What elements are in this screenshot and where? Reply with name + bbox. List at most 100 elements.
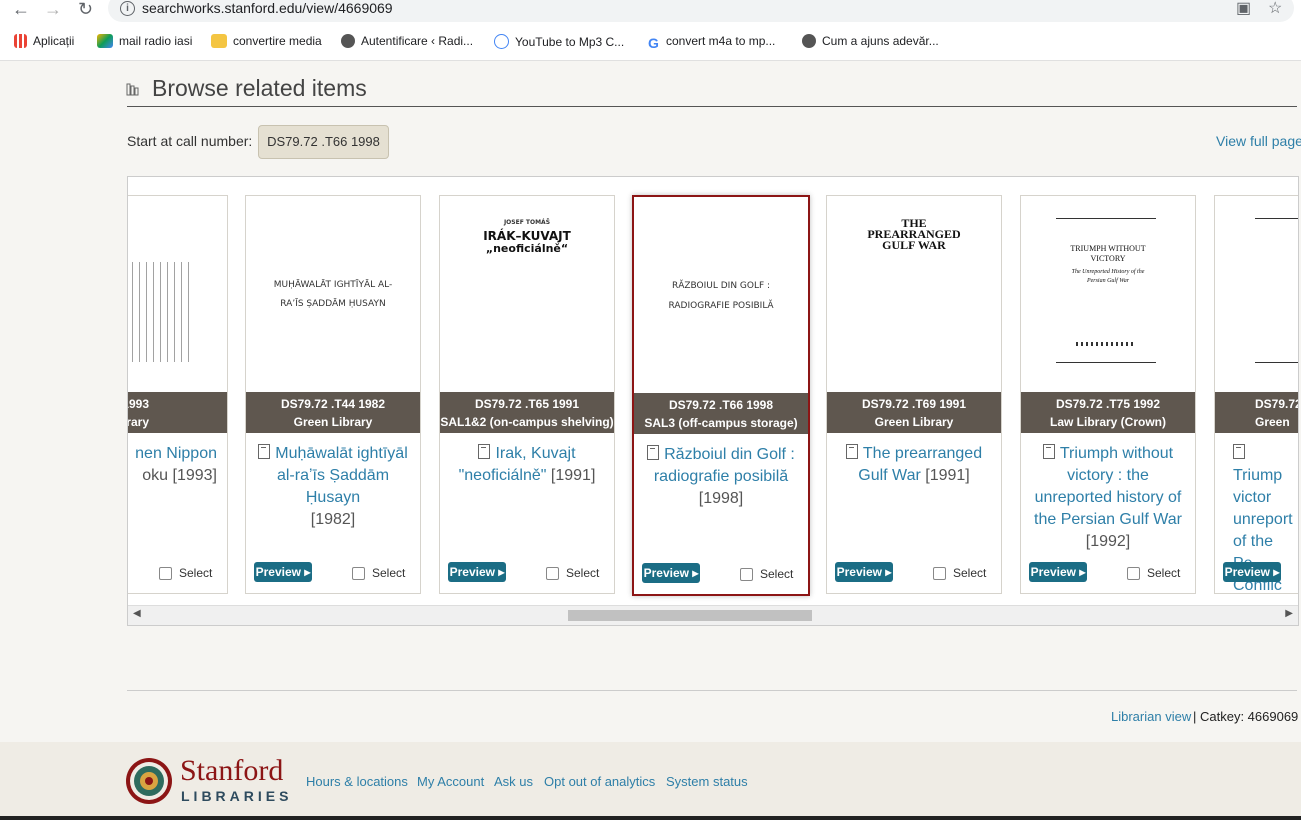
cover-rule <box>1056 218 1156 219</box>
item-title-link[interactable]: Războiul din Golf : radiografie posibilă… <box>640 444 802 510</box>
gallery-card: TRIUMPH WITHOUT VICTORY The Unreported H… <box>1020 195 1196 594</box>
divider <box>127 690 1297 691</box>
select-checkbox[interactable] <box>1127 567 1140 580</box>
item-title-link[interactable]: Muḥāwalāt ightīyāl al-raʼīs Ṣaddām Ḥusay… <box>252 443 414 531</box>
select-checkbox[interactable] <box>159 567 172 580</box>
star-icon[interactable]: ☆ <box>1268 0 1282 18</box>
translate-icon[interactable]: ▣ <box>1236 0 1251 18</box>
bookmark-label: Aplicații <box>33 34 75 48</box>
call-number-bar: DS79.72 Green <box>1215 392 1299 433</box>
gallery-card: THE PREARRANGED GULF WAR DS79.72 .T69 19… <box>826 195 1002 594</box>
title-text: Muḥāwalāt ightīyāl al-raʼīs Ṣaddām Ḥusay… <box>275 445 408 506</box>
stanford-seal-logo[interactable] <box>126 758 172 804</box>
apps-grid-icon <box>14 34 27 48</box>
forward-arrow-icon[interactable]: → <box>44 0 62 20</box>
cover-text: RAʼĪS ṢADDĀM ḤUSAYN <box>280 299 386 309</box>
call-number: DS79.72 .T75 1992 <box>1055 397 1161 411</box>
preview-button[interactable]: Preview ▸ <box>642 563 700 583</box>
call-number: DS79.72 <box>1255 397 1299 411</box>
library-name: Law Library (Crown) <box>1049 415 1166 429</box>
title-text: nen Nippon <box>135 445 217 462</box>
scroll-thumb[interactable] <box>568 610 812 621</box>
bookmark-label: Cum a ajuns adevăr... <box>822 34 939 48</box>
gallery-card: JOSEF TOMÁŠ IRÁK–KUVAJT „neoficiálně“ DS… <box>439 195 615 594</box>
librarian-view-link[interactable]: Librarian view <box>1111 709 1191 724</box>
footer-link-opt-out[interactable]: Opt out of analytics <box>544 774 655 789</box>
bookmark-cum-a-ajuns[interactable]: Cum a ajuns adevăr... <box>802 34 939 48</box>
bookmark-label: Autentificare ‹ Radi... <box>361 34 474 48</box>
select-checkbox[interactable] <box>933 567 946 580</box>
preview-button[interactable]: Preview ▸ <box>1223 562 1281 582</box>
item-title-link[interactable]: Triumph without victory : the unreported… <box>1027 443 1189 553</box>
preview-button[interactable]: Preview ▸ <box>448 562 506 582</box>
title-year: oku [1993] <box>142 467 217 484</box>
cover-text: MUḤĀWALĀT IGHTĪYĀL AL- <box>273 280 393 290</box>
globe-icon <box>341 34 355 48</box>
info-icon[interactable]: i <box>120 1 135 16</box>
reload-icon[interactable]: ↻ <box>78 0 93 20</box>
call-number: 72 .T4 1993 <box>128 397 149 411</box>
title-year: [1991] <box>550 467 596 484</box>
bookmark-apps[interactable]: Aplicații <box>14 34 74 48</box>
select-checkbox[interactable] <box>546 567 559 580</box>
cover-rule <box>1056 362 1156 363</box>
library-name: Green <box>1255 415 1290 429</box>
select-label: Select <box>179 566 213 580</box>
gallery-card: MUḤĀWALĀT IGHTĪYĀL AL- RAʼĪS ṢADDĀM ḤUSA… <box>245 195 421 594</box>
bookmark-autentificare[interactable]: Autentificare ‹ Radi... <box>341 34 473 48</box>
cover-text: „neoficiálně“ <box>485 242 569 255</box>
horizontal-scrollbar[interactable]: ◀ ▶ <box>128 605 1298 625</box>
view-full-page-link[interactable]: View full page <box>1216 133 1301 149</box>
footer-link-my-account[interactable]: My Account <box>417 774 484 789</box>
libraries-wordmark[interactable]: LIBRARIES <box>181 788 292 804</box>
preview-button[interactable]: Preview ▸ <box>254 562 312 582</box>
back-arrow-icon[interactable]: ← <box>12 0 30 20</box>
footer-link-ask-us[interactable]: Ask us <box>494 774 533 789</box>
select-label: Select <box>372 566 406 580</box>
bookmark-label: mail radio iasi <box>119 34 193 48</box>
bookmark-label: convertire media <box>233 34 322 48</box>
url-field[interactable]: i searchworks.stanford.edu/view/4669069 … <box>108 0 1294 22</box>
library-name: Green Library <box>874 415 954 429</box>
divider <box>127 106 1297 107</box>
start-call-number-button[interactable]: DS79.72 .T66 1998 <box>258 125 389 159</box>
gallery-card: 72 .T4 1993 sia Library nen Nippon oku [… <box>128 195 228 594</box>
google-icon: G <box>648 35 659 51</box>
title-text: Războiul din Golf : radiografie posibilă <box>653 446 795 485</box>
bookmark-convertire[interactable]: convertire media <box>211 34 322 48</box>
url-text: searchworks.stanford.edu/view/4669069 <box>142 0 393 16</box>
bookmark-convert-m4a[interactable]: Gconvert m4a to mp... <box>648 34 775 51</box>
scroll-left-arrow-icon[interactable]: ◀ <box>133 608 141 619</box>
books-icon <box>126 83 139 96</box>
book-icon <box>845 444 858 459</box>
book-cover: TRIUMPH WITHOUT VICTORY The Unreported H… <box>1021 196 1195 392</box>
title-year: [1992] <box>1085 533 1131 550</box>
call-number-bar: DS79.72 .T65 1991 SAL1&2 (on-campus shel… <box>440 392 614 433</box>
footer-link-hours[interactable]: Hours & locations <box>306 774 408 789</box>
browse-gallery: 72 .T4 1993 sia Library nen Nippon oku [… <box>127 176 1299 626</box>
book-cover: JOSEF TOMÁŠ IRÁK–KUVAJT „neoficiálně“ <box>440 196 614 392</box>
preview-button[interactable]: Preview ▸ <box>1029 562 1087 582</box>
bookmark-mail-radio[interactable]: mail radio iasi <box>97 34 192 48</box>
book-cover <box>128 196 227 392</box>
bookmark-youtube-mp3[interactable]: YouTube to Mp3 C... <box>494 34 624 49</box>
footer-link-system-status[interactable]: System status <box>666 774 748 789</box>
cover-rule <box>1255 362 1298 363</box>
scroll-right-arrow-icon[interactable]: ▶ <box>1285 608 1293 619</box>
call-number-bar: DS79.72 .T66 1998 SAL3 (off-campus stora… <box>634 393 808 434</box>
item-title-link[interactable]: The prearranged Gulf War [1991] <box>833 443 995 487</box>
select-checkbox[interactable] <box>740 568 753 581</box>
item-title-link[interactable]: nen Nippon oku [1993] <box>135 443 217 487</box>
book-cover: RĂZBOIUL DIN GOLF : RADIOGRAFIE POSIBILĂ <box>634 197 808 393</box>
call-number-bar: DS79.72 .T75 1992 Law Library (Crown) <box>1021 392 1195 433</box>
catkey-text: | Catkey: 4669069 <box>1193 709 1299 724</box>
select-label: Select <box>953 566 987 580</box>
stanford-wordmark[interactable]: Stanford <box>180 754 283 788</box>
select-checkbox[interactable] <box>352 567 365 580</box>
section-title: Browse related items <box>152 75 367 101</box>
call-number: DS79.72 .T66 1998 <box>668 398 774 412</box>
book-icon <box>1042 444 1055 459</box>
preview-button[interactable]: Preview ▸ <box>835 562 893 582</box>
item-title-link[interactable]: Irak, Kuvajt "neoficiálně" [1991] <box>446 443 608 487</box>
bookmark-label: YouTube to Mp3 C... <box>515 35 625 49</box>
